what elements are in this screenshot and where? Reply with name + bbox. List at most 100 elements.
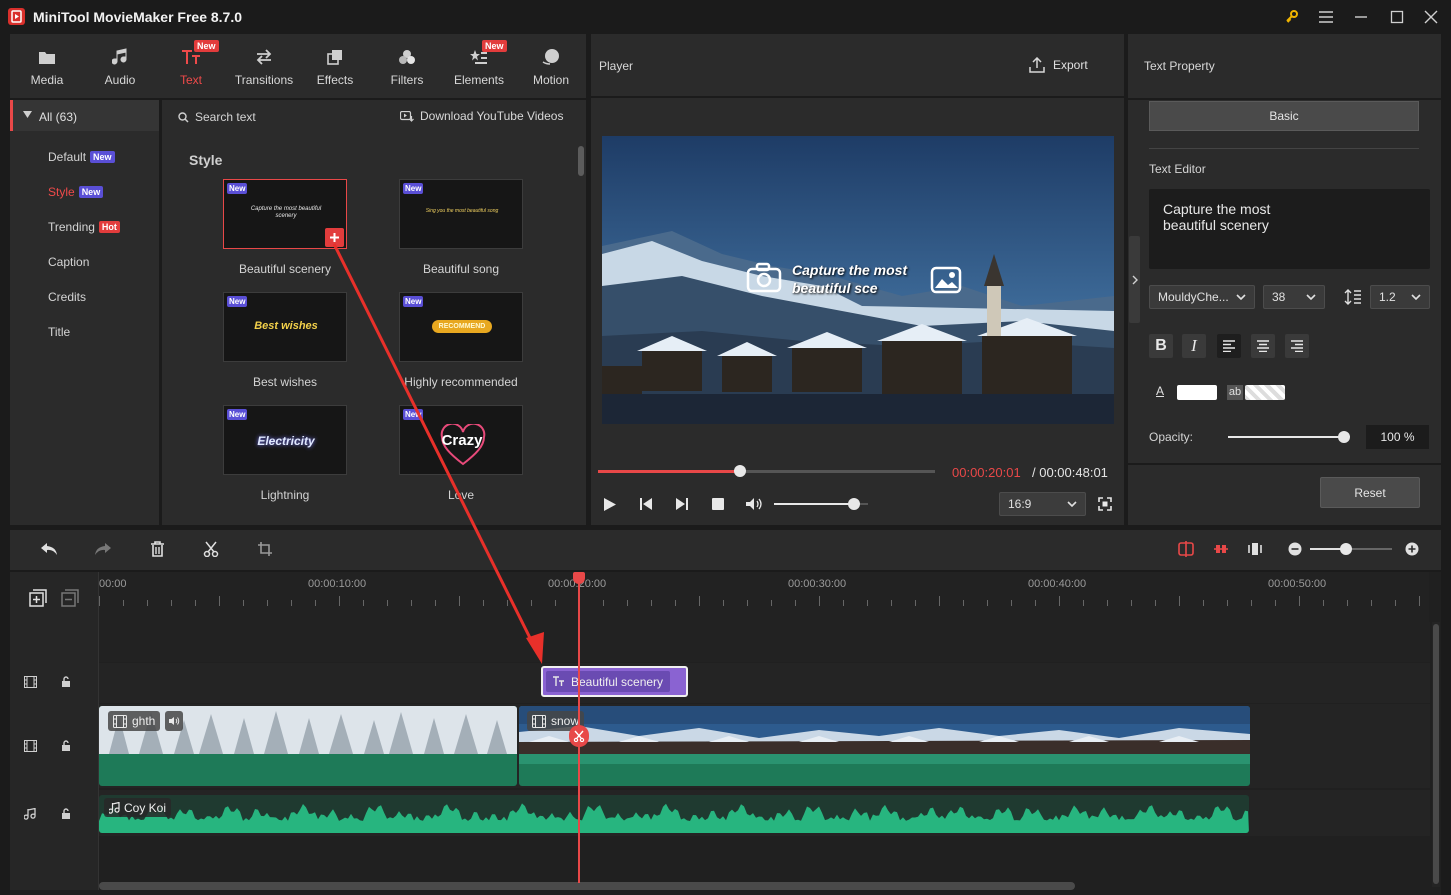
- category-style[interactable]: Style New: [48, 185, 104, 199]
- volume-icon[interactable]: [745, 497, 763, 511]
- redo-icon[interactable]: [94, 542, 112, 556]
- fullscreen-icon[interactable]: [1098, 497, 1112, 511]
- toolbar-effects[interactable]: Effects: [299, 34, 371, 98]
- snap-icon[interactable]: [1213, 541, 1229, 557]
- font-size-select[interactable]: 38: [1263, 285, 1325, 309]
- progress-handle[interactable]: [733, 465, 746, 477]
- opacity-slider[interactable]: [1228, 431, 1350, 443]
- toolbar-filters[interactable]: Filters: [371, 34, 443, 98]
- text-property-title: Text Property: [1144, 59, 1215, 73]
- category-title[interactable]: Title: [48, 325, 70, 339]
- clip-audio-icon[interactable]: [165, 711, 183, 731]
- ruler-tick: [243, 600, 244, 606]
- search-icon: [178, 111, 189, 123]
- category-credits[interactable]: Credits: [48, 290, 86, 304]
- volume-handle[interactable]: [847, 498, 860, 510]
- maximize-icon[interactable]: [1386, 6, 1408, 28]
- split-scissors-icon[interactable]: [569, 725, 589, 747]
- close-icon[interactable]: [1420, 6, 1442, 28]
- crop-icon[interactable]: [257, 541, 273, 557]
- text-editor-input[interactable]: Capture the most beautiful scenery: [1149, 189, 1430, 269]
- key-icon[interactable]: [1281, 6, 1303, 28]
- transitions-icon: [255, 47, 273, 67]
- export-button[interactable]: Export: [1029, 57, 1088, 73]
- timeline-ruler[interactable]: 00:00 00:00:10:00 00:00:20:00 00:00:30:0…: [99, 572, 1429, 622]
- text-track-lock-icon[interactable]: [61, 676, 71, 688]
- reset-button[interactable]: Reset: [1320, 477, 1420, 508]
- toolbar-audio[interactable]: Audio: [84, 34, 156, 98]
- media-icon: [38, 47, 56, 67]
- aspect-ratio-select[interactable]: 16:9: [999, 492, 1086, 516]
- track-manager-icon[interactable]: [61, 589, 79, 607]
- align-right-button[interactable]: [1285, 334, 1309, 358]
- library-scrollbar[interactable]: [578, 146, 584, 176]
- playhead-handle[interactable]: [573, 572, 585, 584]
- timeline-vertical-scrollbar[interactable]: [1433, 624, 1439, 884]
- download-youtube-button[interactable]: Download YouTube Videos: [400, 109, 563, 123]
- next-frame-button[interactable]: [675, 497, 689, 511]
- video-clip-ghth[interactable]: ghth: [99, 706, 517, 786]
- ruler-tick: [1107, 600, 1108, 606]
- volume-slider[interactable]: [774, 498, 868, 510]
- audio-clip-coy-koi[interactable]: Coy Koi: [99, 795, 1249, 833]
- zoom-slider[interactable]: [1310, 543, 1392, 555]
- align-center-button[interactable]: [1251, 334, 1275, 358]
- zoom-out-icon[interactable]: [1288, 542, 1302, 556]
- italic-button[interactable]: I: [1182, 334, 1206, 358]
- category-all[interactable]: All (63): [10, 100, 159, 131]
- add-track-icon[interactable]: [29, 589, 47, 607]
- ruler-tick: [867, 600, 868, 606]
- background-color-swatch[interactable]: [1245, 385, 1285, 400]
- search-input[interactable]: Search text: [195, 110, 256, 124]
- ruler-tick: [1227, 600, 1228, 606]
- text-color-swatch[interactable]: [1177, 385, 1217, 400]
- split-audio-icon[interactable]: [1178, 541, 1194, 557]
- collapse-panel-handle[interactable]: [1129, 236, 1140, 323]
- toolbar-transitions[interactable]: Transitions: [228, 34, 300, 98]
- audio-track-lock-icon[interactable]: [61, 808, 71, 820]
- ruler-tick: [723, 600, 724, 606]
- delete-icon[interactable]: [150, 541, 165, 557]
- player-header: Player Export: [591, 34, 1124, 98]
- undo-icon[interactable]: [40, 542, 58, 556]
- play-button[interactable]: [603, 497, 617, 512]
- previous-frame-button[interactable]: [639, 497, 653, 511]
- category-default[interactable]: Default New: [48, 150, 115, 164]
- timeline-horizontal-scrollbar[interactable]: [99, 882, 1075, 890]
- zoom-in-icon[interactable]: [1405, 542, 1419, 556]
- tab-basic[interactable]: Basic: [1149, 101, 1419, 131]
- scissors-icon[interactable]: [203, 541, 219, 557]
- player-title: Player: [599, 59, 634, 73]
- bold-button[interactable]: B: [1149, 334, 1173, 358]
- opacity-handle[interactable]: [1338, 431, 1350, 443]
- zoom-fit-icon[interactable]: [1247, 541, 1263, 557]
- menu-icon[interactable]: [1315, 6, 1337, 28]
- music-note-icon: [109, 801, 120, 814]
- chevron-down-icon: [1411, 294, 1421, 300]
- category-caption[interactable]: Caption: [48, 255, 89, 269]
- playback-progress[interactable]: [598, 465, 935, 477]
- video-clip-snow[interactable]: snow: [519, 706, 1250, 786]
- text-item-best-wishes[interactable]: New Best wishes: [223, 292, 347, 362]
- category-trending[interactable]: Trending Hot: [48, 220, 120, 234]
- opacity-input[interactable]: 100 %: [1366, 425, 1429, 449]
- stop-button[interactable]: [712, 498, 724, 510]
- ruler-tick: [1371, 600, 1372, 606]
- app-title: MiniTool MovieMaker Free 8.7.0: [33, 9, 243, 25]
- search-box[interactable]: Search text: [178, 110, 378, 124]
- text-item-beautiful-scenery[interactable]: New Capture the most beautiful scenery: [223, 179, 347, 249]
- zoom-handle[interactable]: [1340, 543, 1352, 555]
- video-preview[interactable]: Capture the most beautiful sce: [602, 136, 1114, 424]
- minimize-icon[interactable]: [1350, 6, 1372, 28]
- toolbar-motion[interactable]: Motion: [515, 34, 587, 98]
- line-spacing-select[interactable]: 1.2: [1370, 285, 1430, 309]
- text-clip-beautiful-scenery[interactable]: Beautiful scenery: [541, 666, 688, 697]
- align-left-button[interactable]: [1217, 334, 1241, 358]
- toolbar-media[interactable]: Media: [11, 34, 83, 98]
- empty-track: [99, 622, 1430, 662]
- font-select[interactable]: MouldyChe...: [1149, 285, 1255, 309]
- text-item-lightning[interactable]: New Electricity: [223, 405, 347, 475]
- ruler-tick: [1035, 600, 1036, 606]
- video-track-lock-icon[interactable]: [61, 740, 71, 752]
- text-item-beautiful-song[interactable]: New Sing you the most beautiful song: [399, 179, 523, 249]
